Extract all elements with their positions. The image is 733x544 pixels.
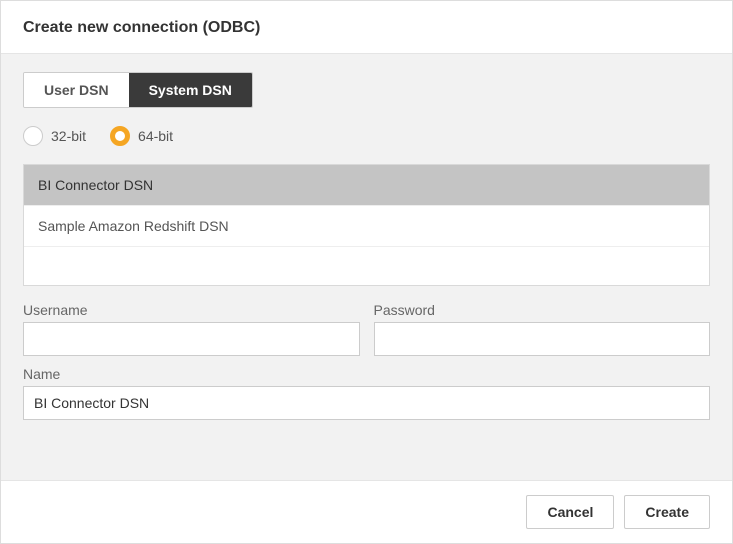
dsn-list-item-empty	[24, 247, 709, 285]
dialog-header: Create new connection (ODBC)	[1, 1, 732, 54]
cancel-button[interactable]: Cancel	[526, 495, 614, 529]
dsn-tabs: User DSN System DSN	[23, 72, 253, 108]
dialog-title: Create new connection (ODBC)	[23, 19, 710, 37]
dsn-list-item[interactable]: Sample Amazon Redshift DSN	[24, 206, 709, 247]
radio-32-bit-label: 32-bit	[51, 128, 86, 144]
bitness-radio-group: 32-bit 64-bit	[23, 126, 710, 146]
radio-selected-icon	[110, 126, 130, 146]
username-label: Username	[23, 302, 360, 318]
name-row: Name	[23, 366, 710, 420]
create-connection-dialog: Create new connection (ODBC) User DSN Sy…	[0, 0, 733, 544]
dsn-list: BI Connector DSN Sample Amazon Redshift …	[23, 164, 710, 286]
dsn-list-item[interactable]: BI Connector DSN	[24, 165, 709, 206]
radio-32-bit[interactable]: 32-bit	[23, 126, 86, 146]
password-label: Password	[374, 302, 711, 318]
radio-64-bit-label: 64-bit	[138, 128, 173, 144]
name-label: Name	[23, 366, 710, 382]
radio-64-bit[interactable]: 64-bit	[110, 126, 173, 146]
tab-user-dsn[interactable]: User DSN	[24, 73, 129, 107]
create-button[interactable]: Create	[624, 495, 710, 529]
password-input[interactable]	[374, 322, 711, 356]
credentials-row: Username Password	[23, 302, 710, 356]
name-input[interactable]	[23, 386, 710, 420]
username-input[interactable]	[23, 322, 360, 356]
username-field-group: Username	[23, 302, 360, 356]
password-field-group: Password	[374, 302, 711, 356]
name-field-group: Name	[23, 366, 710, 420]
radio-unselected-icon	[23, 126, 43, 146]
dialog-footer: Cancel Create	[1, 480, 732, 543]
tab-system-dsn[interactable]: System DSN	[129, 73, 252, 107]
dialog-body: User DSN System DSN 32-bit 64-bit BI Con…	[1, 54, 732, 480]
